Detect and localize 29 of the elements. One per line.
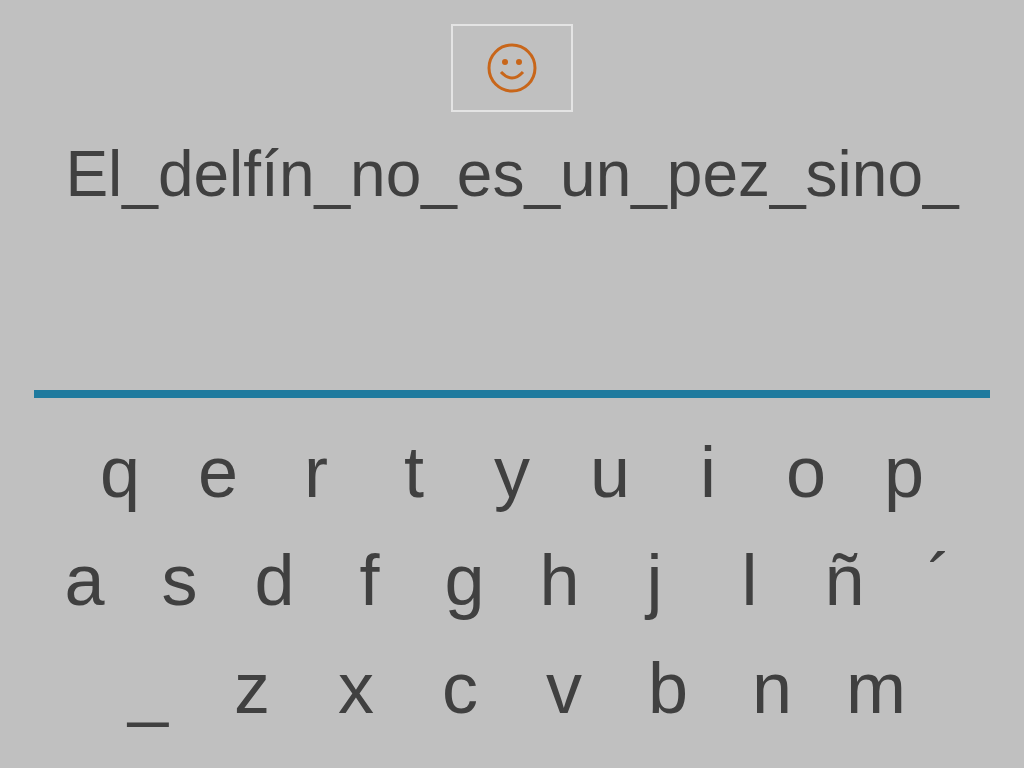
letter-key[interactable]: f: [322, 535, 417, 625]
letter-key[interactable]: b: [616, 643, 720, 733]
letter-key[interactable]: j: [607, 535, 702, 625]
letter-key[interactable]: d: [227, 535, 322, 625]
letter-key[interactable]: _: [96, 643, 200, 733]
letter-key[interactable]: p: [855, 427, 953, 517]
letter-key[interactable]: q: [71, 427, 169, 517]
letter-key[interactable]: v: [512, 643, 616, 733]
letter-key[interactable]: o: [757, 427, 855, 517]
letter-key[interactable]: u: [561, 427, 659, 517]
letter-key[interactable]: z: [200, 643, 304, 733]
letter-key[interactable]: e: [169, 427, 267, 517]
letter-key[interactable]: r: [267, 427, 365, 517]
letter-key[interactable]: ñ: [797, 535, 892, 625]
sentence-text: El_delfín_no_es_un_pez_sino_: [64, 138, 961, 210]
letter-key[interactable]: t: [365, 427, 463, 517]
letter-key[interactable]: ´: [892, 535, 987, 625]
letter-key[interactable]: s: [132, 535, 227, 625]
letter-key[interactable]: c: [408, 643, 512, 733]
letter-key[interactable]: a: [37, 535, 132, 625]
smiley-icon: [486, 42, 538, 94]
letter-key[interactable]: i: [659, 427, 757, 517]
letter-key[interactable]: m: [824, 643, 928, 733]
letter-key[interactable]: g: [417, 535, 512, 625]
letter-key[interactable]: y: [463, 427, 561, 517]
letter-key[interactable]: n: [720, 643, 824, 733]
letter-key[interactable]: l: [702, 535, 797, 625]
letter-key[interactable]: h: [512, 535, 607, 625]
letter-key[interactable]: x: [304, 643, 408, 733]
